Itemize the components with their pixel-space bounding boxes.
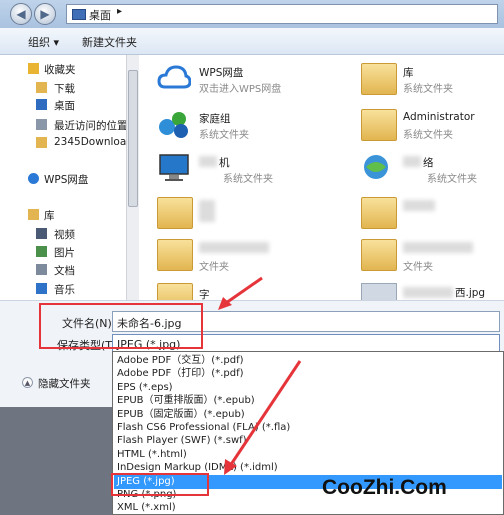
watermark: CooZhi.Com: [322, 476, 447, 499]
annotation-arrow: [228, 360, 302, 467]
annotation-highlight-box: [111, 473, 209, 496]
annotation-arrows: [218, 276, 302, 475]
annotation-arrow: [225, 276, 263, 305]
arrow-head-icon: [224, 459, 237, 475]
